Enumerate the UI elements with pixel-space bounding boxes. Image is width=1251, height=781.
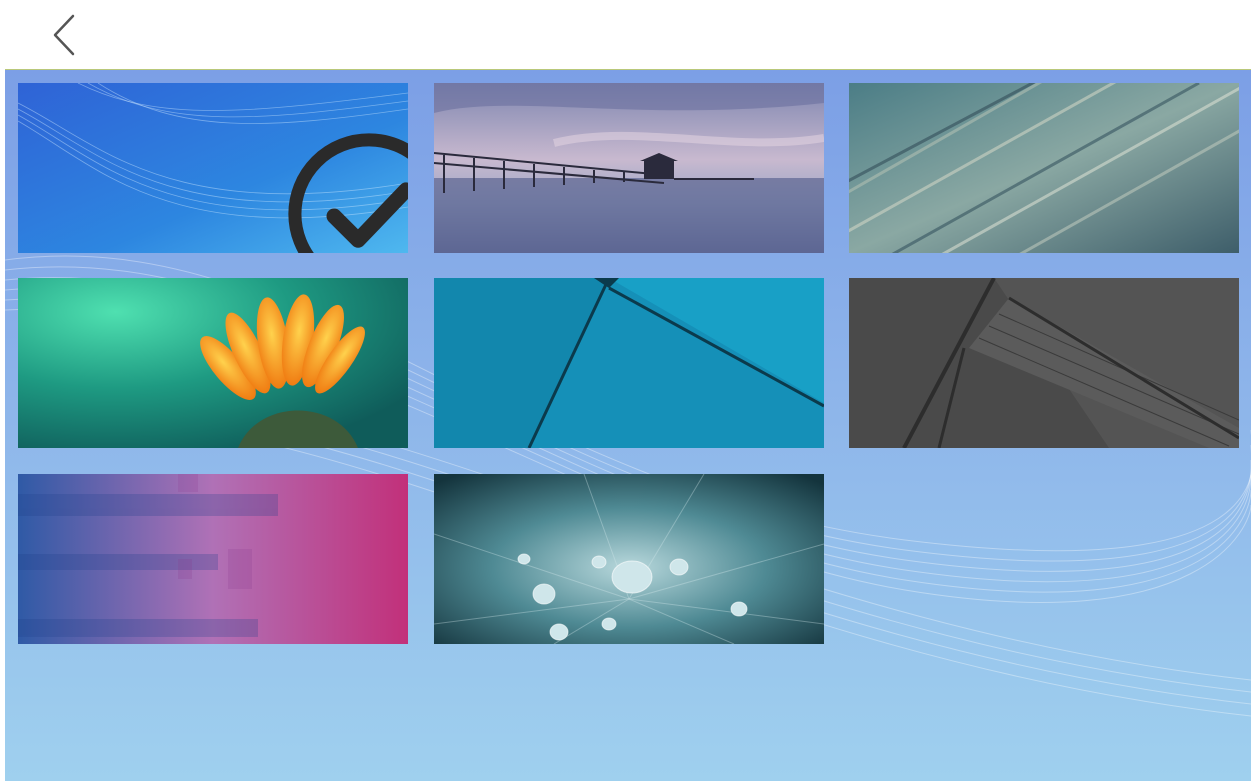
checkmark-circle-icon <box>288 133 408 253</box>
wallpaper-thumbnail-water-droplets[interactable] <box>434 474 824 644</box>
wallpaper-thumbnail-pink-blue-blur[interactable] <box>18 474 408 644</box>
wallpaper-picker-screen <box>0 0 1251 781</box>
window-edge <box>0 0 5 781</box>
wallpaper-thumbnail-teal-geometric[interactable] <box>434 278 824 448</box>
wallpaper-thumbnail-pier-seascape[interactable] <box>434 83 824 253</box>
wallpaper-thumbnail-motion-streaks[interactable] <box>849 83 1239 253</box>
wallpaper-thumbnail-dark-material[interactable] <box>849 278 1239 448</box>
wallpaper-thumbnail-orange-flower[interactable] <box>18 278 408 448</box>
top-bar <box>5 0 1251 70</box>
wallpaper-thumbnail-blue-waves[interactable] <box>18 83 408 253</box>
back-button[interactable] <box>45 10 89 60</box>
chevron-left-icon <box>53 14 75 56</box>
